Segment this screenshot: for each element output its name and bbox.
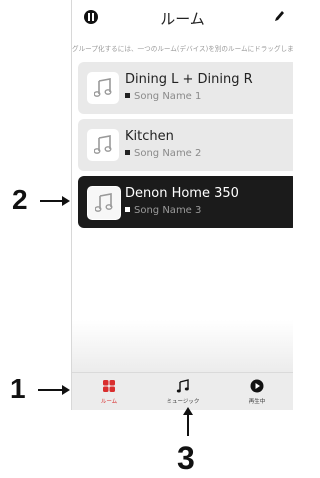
album-art [87,186,121,220]
room-name: Denon Home 350 [125,186,239,201]
callout-2-arrowhead [62,196,70,206]
playing-indicator [125,149,130,155]
playing-indicator [125,92,130,98]
callout-1-number: 1 [10,373,26,404]
music-note-icon [94,78,112,97]
tab-now-playing[interactable]: 再生中 [220,373,293,410]
playing-indicator [125,206,130,212]
list-fade [72,320,293,372]
tab-rooms[interactable]: ルーム [72,373,146,410]
song-name: Song Name 3 [125,205,201,216]
header: ルーム [72,0,293,38]
album-art [87,72,119,104]
tab-label: 再生中 [248,399,266,405]
play-circle-icon [250,379,264,393]
callout-2-arrow [40,200,64,202]
room-item-denon-home-350[interactable]: Denon Home 350 Song Name 3 [78,176,293,228]
tab-bar: ルーム ミュージック 再生中 [72,372,293,410]
tab-music[interactable]: ミュージック [146,373,220,410]
rooms-icon [103,380,115,392]
album-art [87,129,119,161]
phone-screen: ルーム グループ化するには、一つのルーム(デバイス)を別のルームにドラッグします… [71,0,293,410]
callout-1-arrowhead [62,385,70,395]
callout-1-arrow [38,389,64,391]
song-name: Song Name 2 [125,148,201,159]
room-name: Dining L + Dining R [125,72,253,87]
callout-2-number: 2 [12,184,28,215]
callout-3-arrow [187,414,189,436]
callout-3-number: 3 [177,440,195,476]
song-name: Song Name 1 [125,91,201,102]
music-note-icon [176,379,189,393]
tab-label: ミュージック [166,399,200,405]
room-name: Kitchen [125,129,174,144]
edit-pencil-icon[interactable] [273,9,285,23]
tab-label: ルーム [100,399,118,405]
music-note-icon [95,193,113,212]
music-note-icon [94,135,112,154]
room-item-kitchen[interactable]: Kitchen Song Name 2 [78,119,293,171]
group-instruction: グループ化するには、一つのルーム(デバイス)を別のルームにドラッグします [72,45,293,53]
room-item-dining[interactable]: Dining L + Dining R Song Name 1 [78,62,293,114]
page-title: ルーム [160,10,205,28]
room-list: Dining L + Dining R Song Name 1 Kitchen … [78,62,293,233]
